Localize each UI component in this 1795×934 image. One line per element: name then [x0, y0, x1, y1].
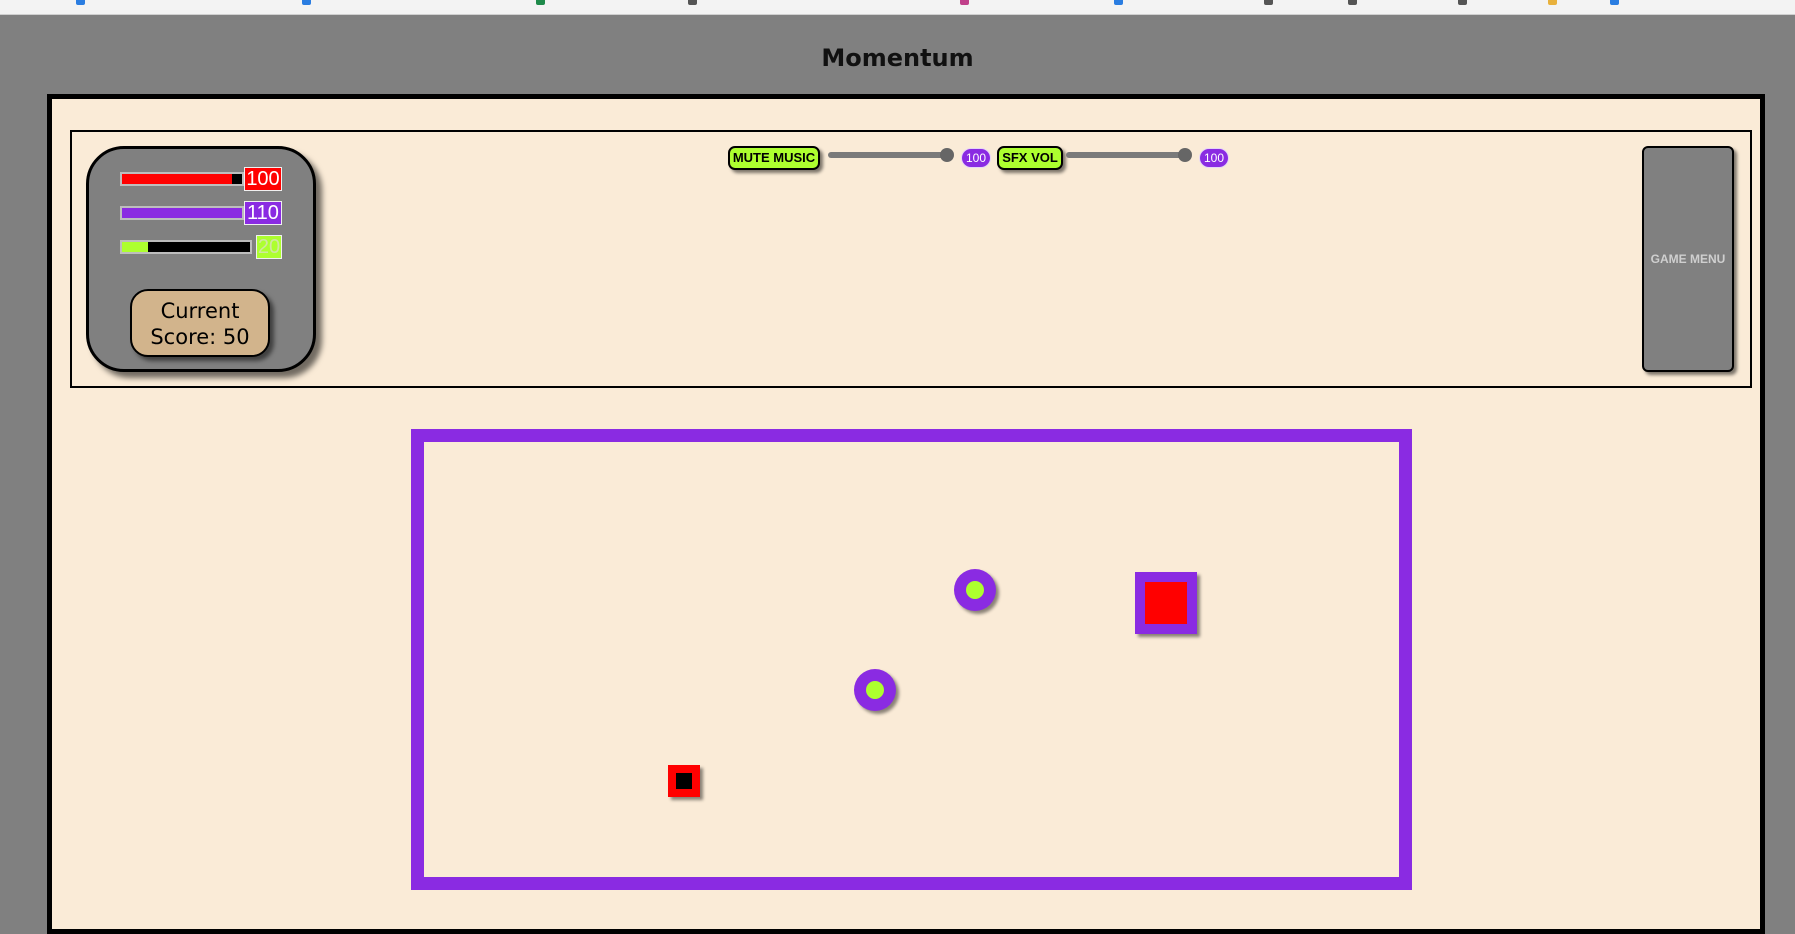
bookmark-icon[interactable] — [1458, 0, 1467, 5]
bookmark-icon[interactable] — [1114, 0, 1123, 5]
health-value: 100 — [244, 167, 282, 191]
music-volume-value: 100 — [961, 148, 991, 168]
bookmark-icon[interactable] — [1610, 0, 1619, 5]
current-score: Current Score: 50 — [130, 289, 270, 357]
mute-music-button[interactable]: MUTE MUSIC — [728, 146, 820, 170]
bookmark-icon[interactable] — [960, 0, 969, 5]
game-arena[interactable] — [411, 429, 1412, 890]
enemy-block — [1135, 572, 1197, 634]
page: { "page": { "title": "Momentum" }, "stat… — [0, 0, 1795, 934]
bookmark-icon[interactable] — [1548, 0, 1557, 5]
stats-panel: 100 110 20 Current Score: 50 — [86, 146, 316, 372]
player-core — [676, 773, 692, 789]
energy-bar — [120, 206, 244, 220]
music-volume-slider[interactable] — [828, 148, 954, 162]
page-title: Momentum — [821, 44, 974, 72]
bookmark-icon[interactable] — [1348, 0, 1357, 5]
health-bar — [120, 172, 244, 186]
momentum-bar-fill — [122, 242, 148, 252]
sfx-volume-value: 100 — [1199, 148, 1229, 168]
collectible-orb — [954, 569, 996, 611]
sfx-volume-button[interactable]: SFX VOL — [997, 146, 1063, 170]
player-block[interactable] — [668, 765, 700, 797]
music-volume-slider-thumb[interactable] — [940, 148, 954, 162]
energy-bar-fill — [122, 208, 242, 218]
orb-core — [866, 681, 884, 699]
sfx-volume-slider-thumb[interactable] — [1178, 148, 1192, 162]
collectible-orb — [854, 669, 896, 711]
game-frame: 100 110 20 Current Score: 50 MUTE MUSIC … — [47, 94, 1765, 934]
energy-value: 110 — [244, 201, 282, 225]
bookmark-icon[interactable] — [536, 0, 545, 5]
orb-core — [966, 581, 984, 599]
enemy-core — [1145, 582, 1187, 624]
browser-bookmarks-bar — [0, 0, 1795, 15]
game-menu-button[interactable]: GAME MENU — [1642, 146, 1734, 372]
sfx-volume-slider[interactable] — [1066, 148, 1192, 162]
momentum-bar — [120, 240, 252, 254]
bookmark-icon[interactable] — [76, 0, 85, 5]
bookmark-icon[interactable] — [688, 0, 697, 5]
momentum-value: 20 — [256, 235, 282, 259]
health-bar-fill — [122, 174, 233, 184]
bookmark-icon[interactable] — [302, 0, 311, 5]
hud-panel: 100 110 20 Current Score: 50 MUTE MUSIC … — [70, 130, 1752, 388]
bookmark-icon[interactable] — [1264, 0, 1273, 5]
